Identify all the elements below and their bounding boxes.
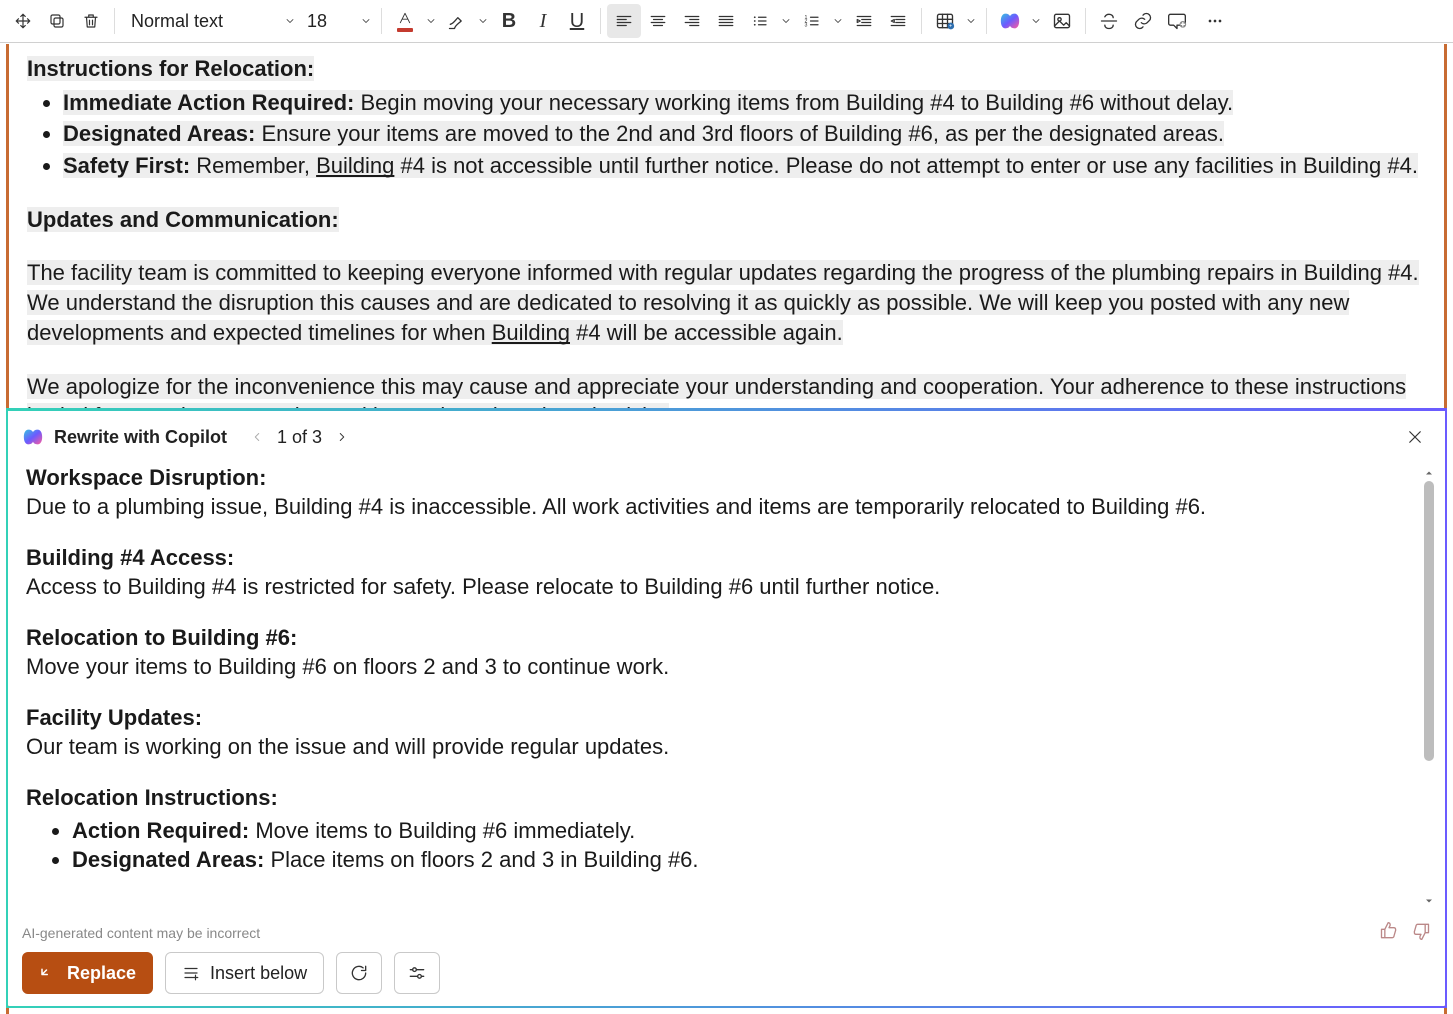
insert-below-label: Insert below bbox=[210, 963, 307, 984]
italic-button[interactable]: I bbox=[526, 4, 560, 38]
copilot-button[interactable] bbox=[993, 4, 1027, 38]
formatting-toolbar: Normal text 18 B I U 123 bbox=[0, 0, 1453, 43]
section-heading: Instructions for Relocation: bbox=[27, 56, 314, 81]
replace-arrow-icon bbox=[39, 964, 57, 982]
insert-below-button[interactable]: Insert below bbox=[165, 952, 324, 994]
copilot-title: Rewrite with Copilot bbox=[54, 427, 227, 448]
copilot-suggestion-body: Workspace Disruption: Due to a plumbing … bbox=[8, 459, 1445, 915]
instructions-list: Immediate Action Required: Begin moving … bbox=[63, 88, 1426, 181]
font-size-value: 18 bbox=[307, 11, 327, 32]
scroll-track[interactable] bbox=[1424, 481, 1434, 893]
close-button[interactable] bbox=[1399, 421, 1431, 453]
pager-text: 1 of 3 bbox=[277, 427, 322, 448]
thumbs-down-button[interactable] bbox=[1411, 921, 1431, 944]
copilot-footer: AI-generated content may be incorrect Re… bbox=[8, 915, 1445, 1006]
copilot-logo-icon bbox=[22, 426, 44, 448]
link-button[interactable] bbox=[1126, 4, 1160, 38]
numbered-list-button[interactable]: 123 bbox=[795, 4, 829, 38]
scrollbar[interactable] bbox=[1419, 465, 1439, 909]
list-item: Immediate Action Required: Begin moving … bbox=[63, 88, 1426, 118]
list-item: Designated Areas: Ensure your items are … bbox=[63, 119, 1426, 149]
sliders-icon bbox=[407, 963, 427, 983]
list-item: Safety First: Remember, Building #4 is n… bbox=[63, 151, 1426, 181]
align-left-button[interactable] bbox=[607, 4, 641, 38]
bullet-list-button[interactable] bbox=[743, 4, 777, 38]
list-item: Designated Areas: Place items on floors … bbox=[72, 845, 1415, 874]
indent-increase-button[interactable] bbox=[847, 4, 881, 38]
next-suggestion-button[interactable] bbox=[332, 427, 352, 447]
delete-icon[interactable] bbox=[74, 4, 108, 38]
copilot-header: Rewrite with Copilot 1 of 3 bbox=[8, 411, 1445, 459]
chevron-down-icon[interactable] bbox=[962, 15, 980, 27]
highlight-button[interactable] bbox=[440, 4, 474, 38]
section-heading: Updates and Communication: bbox=[27, 207, 339, 232]
font-size-select[interactable]: 18 bbox=[299, 4, 357, 38]
indent-decrease-button[interactable] bbox=[881, 4, 915, 38]
chevron-down-icon[interactable] bbox=[777, 15, 795, 27]
adjust-button[interactable] bbox=[394, 952, 440, 994]
align-justify-button[interactable] bbox=[709, 4, 743, 38]
chevron-down-icon[interactable] bbox=[357, 15, 375, 27]
replace-label: Replace bbox=[67, 963, 136, 984]
copilot-pager: 1 of 3 bbox=[247, 427, 352, 448]
strikethrough-button[interactable] bbox=[1092, 4, 1126, 38]
ai-disclaimer: AI-generated content may be incorrect bbox=[22, 925, 260, 941]
svg-text:3: 3 bbox=[805, 22, 808, 28]
building-link[interactable]: Building bbox=[492, 320, 570, 345]
copy-icon[interactable] bbox=[40, 4, 74, 38]
list-item: Action Required: Move items to Building … bbox=[72, 816, 1415, 845]
copilot-rewrite-panel: Rewrite with Copilot 1 of 3 Workspace Di… bbox=[6, 408, 1447, 1008]
font-color-button[interactable] bbox=[388, 4, 422, 38]
image-button[interactable] bbox=[1045, 4, 1079, 38]
scroll-thumb[interactable] bbox=[1424, 481, 1434, 761]
prev-suggestion-button[interactable] bbox=[247, 427, 267, 447]
bold-button[interactable]: B bbox=[492, 4, 526, 38]
insert-below-icon bbox=[182, 964, 200, 982]
thumbs-up-button[interactable] bbox=[1379, 921, 1399, 944]
refresh-icon bbox=[349, 963, 369, 983]
comment-button[interactable] bbox=[1160, 4, 1194, 38]
align-center-button[interactable] bbox=[641, 4, 675, 38]
paragraph: The facility team is committed to keepin… bbox=[27, 258, 1426, 347]
move-icon[interactable] bbox=[6, 4, 40, 38]
underline-button[interactable]: U bbox=[560, 4, 594, 38]
chevron-down-icon[interactable] bbox=[422, 15, 440, 27]
chevron-down-icon[interactable] bbox=[474, 15, 492, 27]
paragraph-style-select[interactable]: Normal text bbox=[121, 4, 281, 38]
table-button[interactable]: + bbox=[928, 4, 962, 38]
align-right-button[interactable] bbox=[675, 4, 709, 38]
scroll-down-icon[interactable] bbox=[1419, 893, 1439, 909]
building-link[interactable]: Building bbox=[316, 153, 394, 178]
regenerate-button[interactable] bbox=[336, 952, 382, 994]
more-button[interactable] bbox=[1198, 4, 1232, 38]
replace-button[interactable]: Replace bbox=[22, 952, 153, 994]
chevron-down-icon[interactable] bbox=[281, 15, 299, 27]
chevron-down-icon[interactable] bbox=[1027, 15, 1045, 27]
svg-text:+: + bbox=[949, 24, 952, 30]
scroll-up-icon[interactable] bbox=[1419, 465, 1439, 481]
paragraph-style-value: Normal text bbox=[131, 11, 223, 32]
chevron-down-icon[interactable] bbox=[829, 15, 847, 27]
